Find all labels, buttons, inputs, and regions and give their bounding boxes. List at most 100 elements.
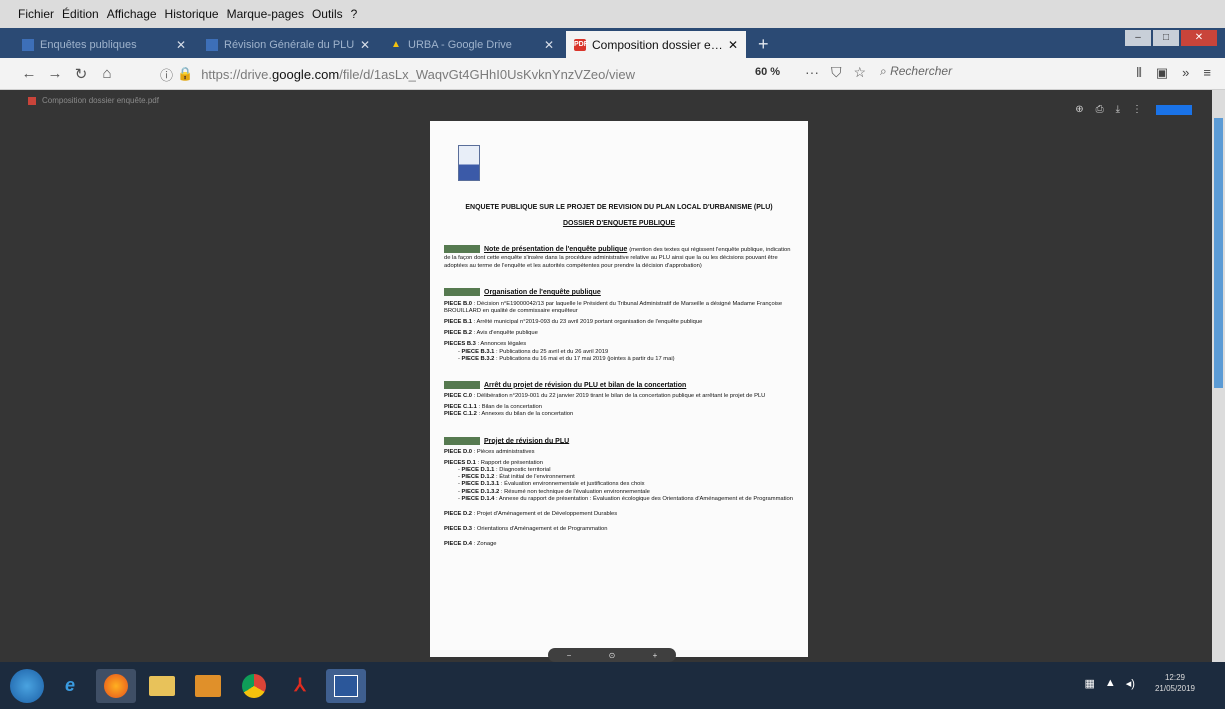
doc-item: PIECE D.0 : Pièces administratives [444, 448, 535, 455]
word-icon[interactable] [326, 668, 366, 703]
internet-explorer-icon[interactable]: e [50, 669, 90, 703]
tab-enquetes-publiques[interactable]: Enquêtes publiques ✕ [14, 31, 194, 58]
window-close-button[interactable]: ✕ [1181, 30, 1217, 46]
sidebar-icon[interactable]: ▣ [1156, 65, 1168, 81]
file-explorer-icon[interactable] [142, 669, 182, 703]
tab-composition-dossier[interactable]: PDF Composition dossier enquêt... ✕ [566, 31, 746, 58]
more-actions-icon[interactable]: ··· [805, 64, 819, 81]
page-actions: ··· ⛉ ☆ [805, 64, 878, 81]
pdf-icon: PDF [574, 38, 588, 51]
doc-item: PIECE C.1.1 : Bilan de la concertation PI… [444, 404, 574, 418]
network-icon[interactable]: ▦ [1084, 677, 1094, 690]
start-button[interactable] [10, 668, 44, 703]
add-to-drive-icon[interactable]: ⊕ [1075, 104, 1083, 115]
doc-item: PIECE B.1 : Arrêté municipal n°2019-093 … [444, 318, 703, 325]
back-button[interactable]: ← [16, 65, 42, 82]
navigation-bar: ← → ↻ ⌂ ⓘ 🔒 https://drive.google.com/fil… [0, 58, 1225, 90]
site-icon [206, 38, 218, 51]
menu-outils[interactable]: Outils [312, 7, 343, 21]
viewer-toolbar: ⊕ ⎙ ⤓ ⋮ [1063, 104, 1192, 115]
section-badge [444, 245, 480, 253]
home-button[interactable]: ⌂ [94, 65, 120, 82]
menu-fichier[interactable]: Fichier [18, 7, 54, 21]
section-piece-d: Projet de révision du PLU PIECE D.0 : Pi… [444, 436, 794, 549]
firefox-icon[interactable] [96, 668, 136, 703]
viewer-filename: Composition dossier enquête.pdf [28, 96, 159, 105]
tab-revision-plu[interactable]: Révision Générale du PLU ✕ [198, 31, 378, 58]
doc-subitem: PIECE B.3.2 : Publications du 16 mai et … [458, 356, 794, 363]
doc-item: PIECES B.3 : Annonces légales [444, 341, 527, 348]
menu-affichage[interactable]: Affichage [107, 7, 157, 21]
menu-bar: Fichier Édition Affichage Historique Mar… [0, 0, 1225, 28]
scrollbar[interactable] [1212, 90, 1225, 662]
notification-icon[interactable]: ▲ [1105, 677, 1116, 689]
section-piece-b: Organisation de l'enquête publique PIECE… [444, 288, 794, 362]
tab-bar: Enquêtes publiques ✕ Révision Générale d… [0, 28, 1225, 58]
download-icon[interactable]: ⤓ [1116, 104, 1120, 115]
section-badge [444, 436, 480, 445]
doc-item: PIECE D.4 : Zonage [444, 541, 497, 548]
document-subtitle: DOSSIER D'ENQUETE PUBLIQUE [562, 220, 676, 227]
tab-google-drive[interactable]: ▲ URBA - Google Drive ✕ [382, 31, 562, 58]
doc-sublist: PIECE D.1.1 : Diagnostic territorial PIE… [458, 467, 794, 503]
zoom-out-icon[interactable]: − [567, 651, 572, 660]
section-heading: Arrêt du projet de révision du PLU et bi… [444, 380, 794, 389]
open-with-button[interactable] [1156, 104, 1192, 115]
chrome-icon[interactable] [234, 669, 274, 703]
crest-logo [458, 145, 480, 181]
pdf-icon [28, 96, 36, 105]
doc-item: PIECE B.2 : Avis d'enquête publique [444, 330, 538, 337]
overflow-icon[interactable]: » [1182, 65, 1189, 81]
doc-subitem: PIECE B.3.1 : Publications du 25 avril e… [458, 349, 794, 356]
forward-button[interactable]: → [42, 65, 68, 82]
new-tab-button[interactable]: + [750, 31, 777, 58]
toolbar-right: ⫴ ▣ » ≡ [1122, 65, 1211, 81]
clock-date: 21/05/2019 [1154, 684, 1195, 693]
close-icon[interactable]: ✕ [360, 38, 370, 52]
outlook-icon[interactable] [188, 669, 228, 703]
tab-label: Révision Générale du PLU [224, 38, 355, 51]
menu-help[interactable]: ? [351, 7, 358, 21]
zoom-level[interactable]: 60 % [755, 66, 780, 78]
lock-icon: 🔒 [177, 66, 194, 81]
print-icon[interactable]: ⎙ [1096, 104, 1104, 115]
menu-marque-pages[interactable]: Marque-pages [227, 7, 304, 21]
section-badge [444, 288, 480, 297]
scrollbar-thumb[interactable] [1214, 118, 1223, 388]
zoom-reset-icon[interactable]: ⊙ [609, 651, 616, 660]
library-icon[interactable]: ⫴ [1136, 65, 1141, 81]
acrobat-icon[interactable]: ⅄ [280, 669, 320, 703]
menu-historique[interactable]: Historique [165, 7, 219, 21]
hamburger-menu-icon[interactable]: ≡ [1203, 65, 1211, 81]
page-zoom-controls: − ⊙ + [548, 648, 676, 662]
bookmark-star-icon[interactable]: ☆ [854, 64, 867, 81]
doc-item: PIECE B.0 : Décision n°E19000042/13 par … [444, 300, 783, 314]
close-icon[interactable]: ✕ [728, 38, 738, 52]
more-options-icon[interactable]: ⋮ [1132, 104, 1142, 115]
doc-subitem: PIECE D.1.3.1 : Évaluation environnement… [458, 481, 794, 488]
close-icon[interactable]: ✕ [544, 38, 554, 52]
menu-edition[interactable]: Édition [62, 7, 99, 21]
document-title: ENQUETE PUBLIQUE SUR LE PROJET DE REVISI… [465, 204, 773, 211]
maximize-button[interactable]: □ [1153, 30, 1179, 46]
clock[interactable]: 12:29 21/05/2019 [1155, 672, 1195, 694]
section-heading: Projet de révision du PLU [444, 436, 794, 445]
pdf-page: ENQUETE PUBLIQUE SUR LE PROJET DE REVISI… [430, 121, 808, 657]
section-piece-a: Note de présentation de l'enquête publiq… [444, 245, 794, 270]
info-icon[interactable]: ⓘ [160, 65, 173, 84]
search-box[interactable]: ⌕ Rechercher [880, 64, 952, 79]
search-input: Rechercher [890, 64, 953, 78]
drive-icon: ▲ [391, 38, 401, 50]
reload-button[interactable]: ↻ [68, 65, 94, 83]
clock-time: 12:29 [1164, 673, 1185, 682]
doc-subitem: PIECE D.1.3.2 : Résumé non technique de … [458, 489, 794, 496]
close-icon[interactable]: ✕ [176, 38, 186, 52]
pocket-icon[interactable]: ⛉ [831, 64, 842, 81]
doc-subitem: PIECE D.1.4 : Annexe du rapport de prése… [458, 496, 794, 503]
section-heading: Organisation de l'enquête publique [444, 288, 794, 297]
tab-label: Composition dossier enquêt... [592, 37, 724, 52]
zoom-in-icon[interactable]: + [653, 651, 658, 660]
tab-label: URBA - Google Drive [408, 38, 512, 51]
volume-icon[interactable]: ◂) [1126, 677, 1135, 690]
minimize-button[interactable]: – [1125, 30, 1151, 46]
